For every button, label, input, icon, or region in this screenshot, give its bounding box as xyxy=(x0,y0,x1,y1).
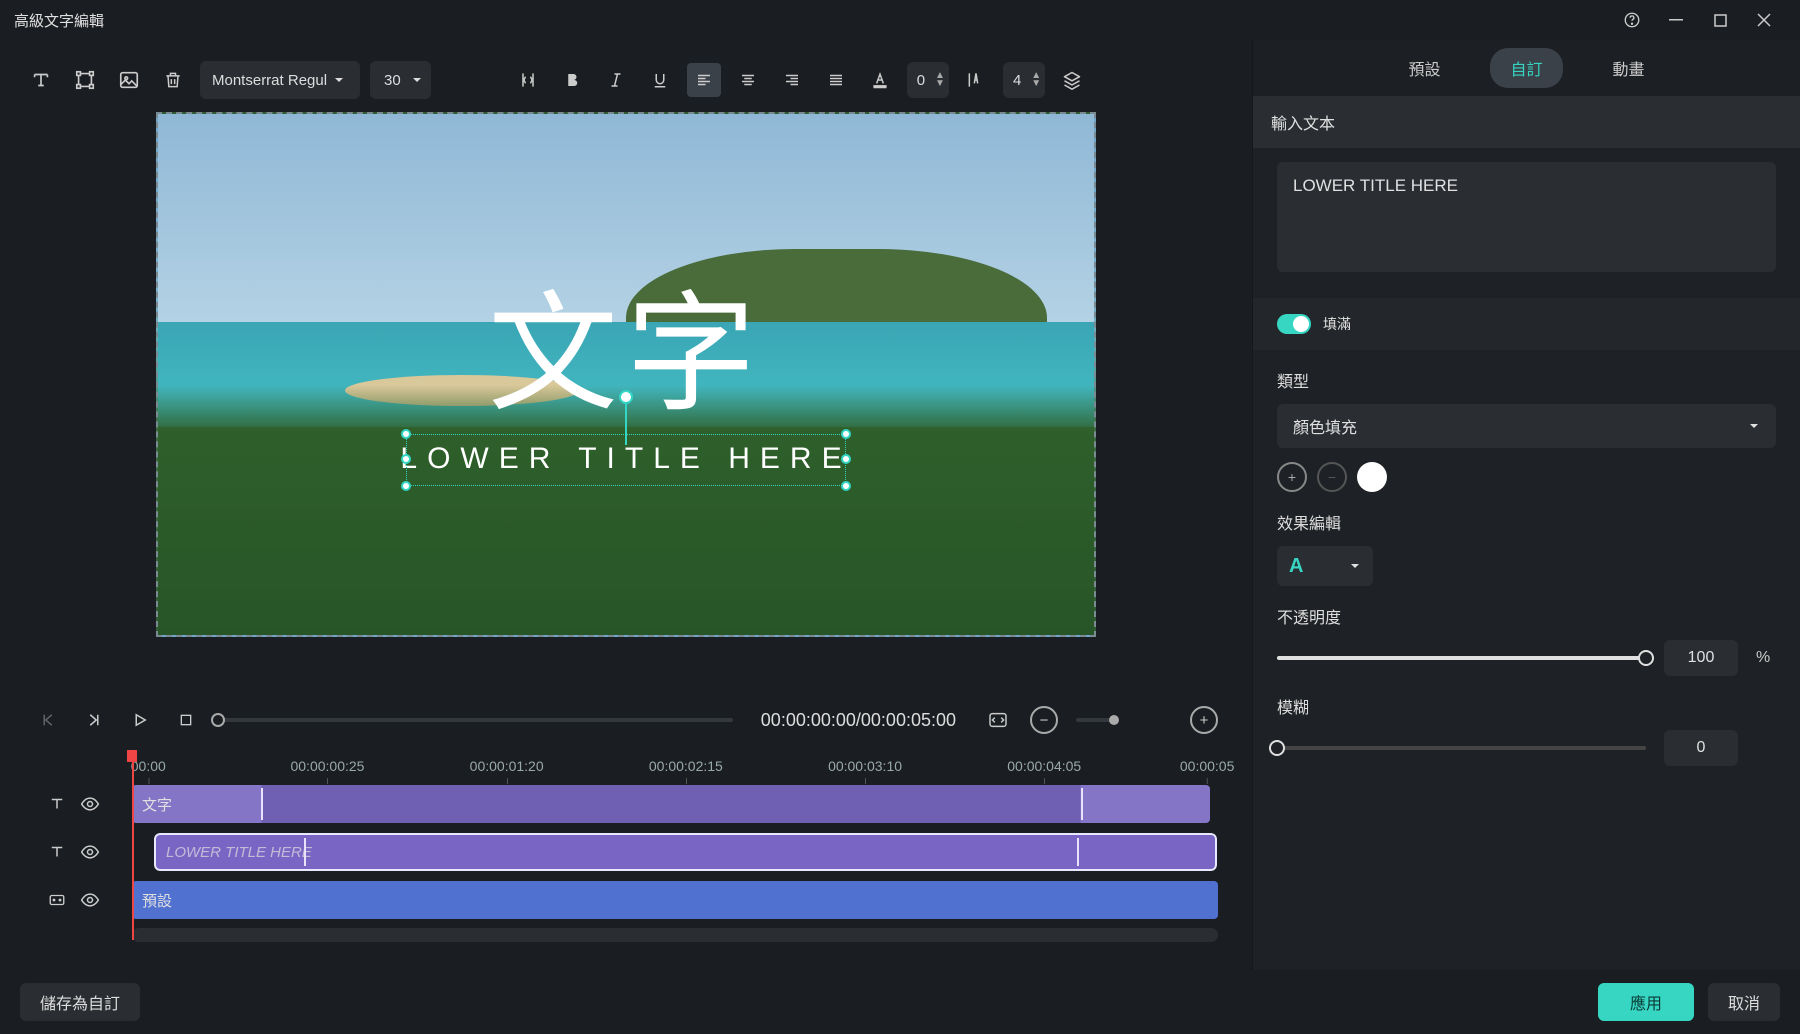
track-text-1: 文字 xyxy=(44,784,1218,824)
timeline: 00:00 00:00:00:25 00:00:01:20 00:00:02:1… xyxy=(14,750,1238,970)
fill-toggle[interactable] xyxy=(1277,314,1311,334)
visibility-icon[interactable] xyxy=(80,794,100,814)
line-height-icon[interactable] xyxy=(959,63,993,97)
preview-canvas[interactable]: 文字 LOWER TITLE HERE xyxy=(14,110,1238,690)
visibility-icon[interactable] xyxy=(80,842,100,862)
cancel-button[interactable]: 取消 xyxy=(1708,983,1780,1021)
align-center-icon[interactable] xyxy=(731,63,765,97)
preset-track-icon xyxy=(48,891,66,909)
visibility-icon[interactable] xyxy=(80,890,100,910)
font-family-select[interactable]: Montserrat Regul xyxy=(200,61,360,99)
help-icon[interactable] xyxy=(1610,0,1654,40)
playback-bar: 00:00:00:00/00:00:05:00 − + xyxy=(14,690,1238,750)
opacity-label: 不透明度 xyxy=(1277,604,1776,628)
playhead[interactable] xyxy=(132,750,134,940)
timeline-clip[interactable]: 文字 xyxy=(132,785,1210,823)
text-selection-box[interactable] xyxy=(406,434,846,486)
apply-button[interactable]: 應用 xyxy=(1598,983,1694,1021)
text-toolbar: Montserrat Regul 30 0▲▼ 4▲▼ xyxy=(14,50,1238,110)
text-color-icon[interactable] xyxy=(863,63,897,97)
blur-value[interactable]: 0 xyxy=(1664,730,1738,766)
effect-label: 效果編輯 xyxy=(1277,510,1776,534)
zoom-in-button[interactable]: + xyxy=(1190,706,1218,734)
maximize-button[interactable] xyxy=(1698,0,1742,40)
transform-tool-icon[interactable] xyxy=(68,63,102,97)
close-button[interactable] xyxy=(1742,0,1786,40)
fill-toggle-label: 填滿 xyxy=(1323,314,1351,334)
track-preset: 預設 xyxy=(44,880,1218,920)
add-color-button[interactable]: + xyxy=(1277,462,1307,492)
timeline-clip-preset[interactable]: 預設 xyxy=(132,881,1218,919)
fill-type-select[interactable]: 顏色填充 xyxy=(1277,404,1776,448)
tab-custom[interactable]: 自訂 xyxy=(1490,48,1562,88)
align-right-icon[interactable] xyxy=(775,63,809,97)
next-frame-button[interactable] xyxy=(80,706,108,734)
timeline-scrollbar[interactable] xyxy=(132,928,1218,942)
bold-icon[interactable] xyxy=(555,63,589,97)
opacity-unit: % xyxy=(1756,649,1776,667)
spacing-icon[interactable] xyxy=(511,63,545,97)
blur-label: 模糊 xyxy=(1277,694,1776,718)
timecode: 00:00:00:00/00:00:05:00 xyxy=(761,710,956,731)
save-custom-button[interactable]: 儲存為自訂 xyxy=(20,983,140,1021)
underline-icon[interactable] xyxy=(643,63,677,97)
tab-presets[interactable]: 預設 xyxy=(1388,48,1460,88)
zoom-out-button[interactable]: − xyxy=(1030,706,1058,734)
text-content-input[interactable]: LOWER TITLE HERE xyxy=(1277,162,1776,272)
opacity-slider[interactable] xyxy=(1277,656,1646,660)
fit-screen-button[interactable] xyxy=(984,706,1012,734)
window-title: 高級文字編輯 xyxy=(14,10,104,31)
zoom-slider[interactable] xyxy=(1076,718,1114,722)
playback-scrubber[interactable] xyxy=(218,718,733,722)
minimize-button[interactable] xyxy=(1654,0,1698,40)
input-text-label: 輸入文本 xyxy=(1253,96,1800,148)
italic-icon[interactable] xyxy=(599,63,633,97)
layers-icon[interactable] xyxy=(1055,63,1089,97)
prev-frame-button[interactable] xyxy=(34,706,62,734)
tab-animation[interactable]: 動畫 xyxy=(1593,48,1665,88)
align-justify-icon[interactable] xyxy=(819,63,853,97)
track-text-2: LOWER TITLE HERE xyxy=(44,832,1218,872)
color-swatch-white[interactable] xyxy=(1357,462,1387,492)
text-track-icon xyxy=(48,843,66,861)
stop-button[interactable] xyxy=(172,706,200,734)
image-tool-icon[interactable] xyxy=(112,63,146,97)
remove-color-button[interactable]: − xyxy=(1317,462,1347,492)
timeline-ruler[interactable]: 00:00 00:00:00:25 00:00:01:20 00:00:02:1… xyxy=(132,750,1218,784)
line-height-input[interactable]: 4▲▼ xyxy=(1003,62,1045,98)
text-tool-icon[interactable] xyxy=(24,63,58,97)
delete-icon[interactable] xyxy=(156,63,190,97)
align-left-icon[interactable] xyxy=(687,63,721,97)
timeline-clip-selected[interactable]: LOWER TITLE HERE xyxy=(154,833,1217,871)
type-label: 類型 xyxy=(1277,368,1776,392)
font-size-select[interactable]: 30 xyxy=(370,61,431,99)
blur-slider[interactable] xyxy=(1277,746,1646,750)
play-button[interactable] xyxy=(126,706,154,734)
opacity-value[interactable]: 100 xyxy=(1664,640,1738,676)
effect-select[interactable]: A xyxy=(1277,546,1373,586)
text-track-icon xyxy=(48,795,66,813)
properties-tabs: 預設 自訂 動畫 xyxy=(1253,40,1800,96)
letter-spacing-input[interactable]: 0▲▼ xyxy=(907,62,949,98)
